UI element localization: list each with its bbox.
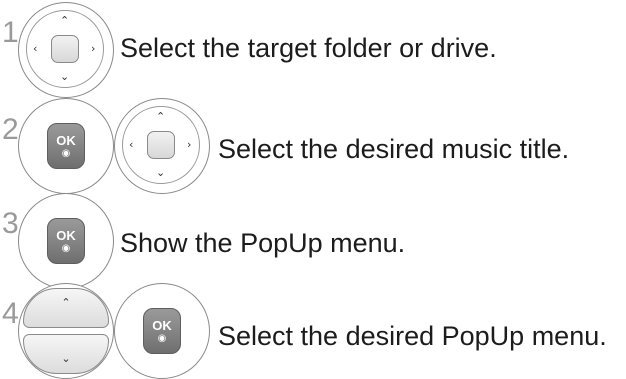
step-text: Select the target folder or drive. <box>120 33 497 63</box>
arrow-left-icon: ‹ <box>129 138 134 151</box>
arrow-right-icon: › <box>187 138 192 151</box>
step-text: Select the desired PopUp menu. <box>218 321 607 351</box>
step-2: 2 OK ◉ ⌃ ⌄ ‹ › Select the desired music … <box>0 95 626 194</box>
step-text: Show the PopUp menu. <box>120 228 406 258</box>
dpad-center-icon <box>51 35 79 63</box>
up-down-rocker-icon: ⌃ ⌄ <box>23 288 109 374</box>
arrow-down-icon: ⌄ <box>61 352 71 365</box>
ok-button-icon: OK ◉ <box>47 218 85 264</box>
step-1: 1 ⌃ ⌄ ‹ › Select the target folder or dr… <box>0 0 626 98</box>
arrow-up-icon: ⌃ <box>60 14 70 27</box>
arrow-down-icon: ⌄ <box>156 166 166 179</box>
ok-button-icon: OK ◉ <box>47 123 85 169</box>
arrow-left-icon: ‹ <box>33 42 38 55</box>
navigation-dpad-icon: ⌃ ⌄ ‹ › <box>122 106 200 184</box>
rocker-up: ⌃ <box>23 288 109 328</box>
icon-ring: ⌃ ⌄ ‹ › <box>18 2 114 98</box>
icon-ring: OK ◉ <box>18 98 114 194</box>
step-text: Select the desired music title. <box>218 134 570 164</box>
step-3: 3 OK ◉ Show the PopUp menu. <box>0 193 626 289</box>
step-number: 3 <box>2 207 19 240</box>
navigation-dpad-icon: ⌃ ⌄ ‹ › <box>26 10 104 88</box>
icon-ring: ⌃ ⌄ ‹ › <box>114 98 210 194</box>
icon-ring: ⌃ ⌄ <box>18 283 114 379</box>
step-number: 1 <box>2 16 19 49</box>
dpad-center-icon <box>147 131 175 159</box>
arrow-up-icon: ⌃ <box>61 296 71 309</box>
icon-ring: OK ◉ <box>18 193 114 289</box>
arrow-up-icon: ⌃ <box>156 110 166 123</box>
rocker-down: ⌄ <box>23 334 109 374</box>
arrow-right-icon: › <box>91 42 96 55</box>
icon-ring: OK ◉ <box>114 283 210 379</box>
step-number: 2 <box>2 113 19 146</box>
step-number: 4 <box>2 297 19 330</box>
ok-button-icon: OK ◉ <box>143 308 181 354</box>
step-4: 4 ⌃ ⌄ OK ◉ Select the desired PopUp menu… <box>0 283 626 379</box>
arrow-down-icon: ⌄ <box>60 70 70 83</box>
